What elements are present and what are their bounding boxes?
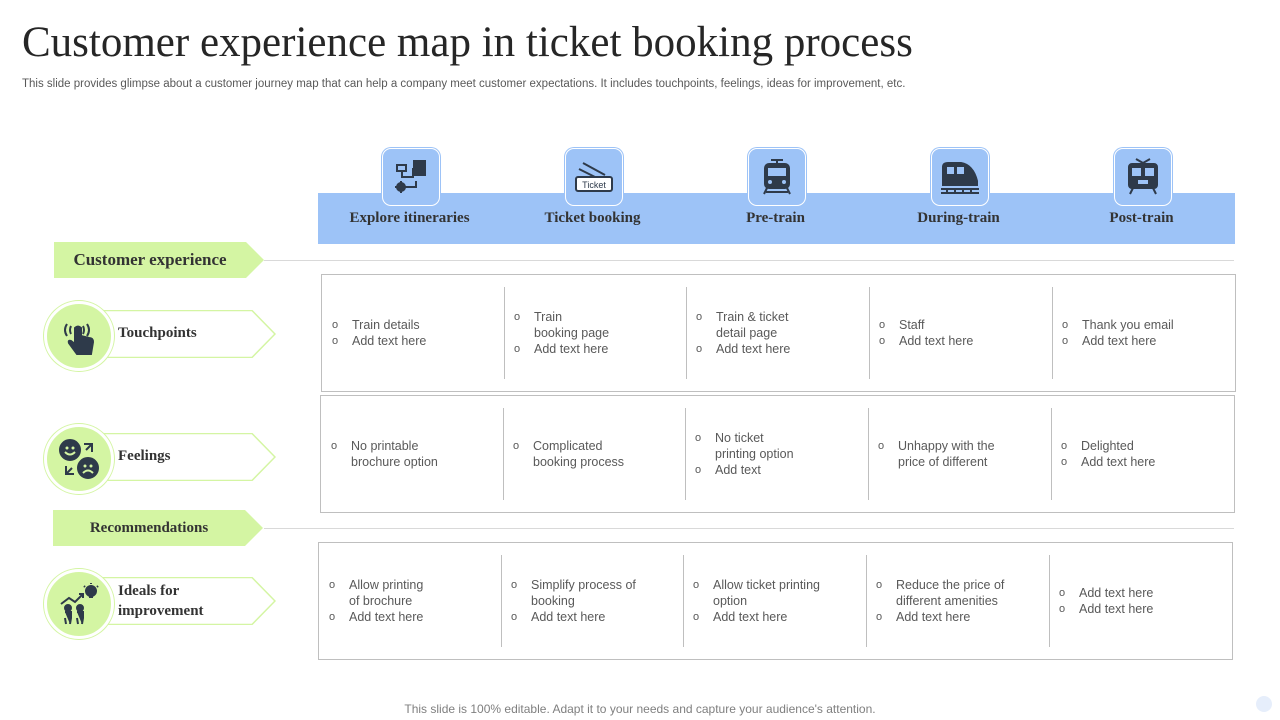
stage-label: Post-train <box>1109 210 1174 226</box>
grid-cell: Allow printingof brochureAdd text here <box>319 543 501 659</box>
list-item: Add text here <box>322 333 504 349</box>
row-label-feelings: Feelings <box>118 448 171 464</box>
list-item: Trainbooking page <box>504 309 686 341</box>
grid-cell: No printablebrochure option <box>321 396 503 512</box>
stage-label: During-train <box>917 210 1000 226</box>
list-item: Add text here <box>1051 454 1233 470</box>
list-item: Add text here <box>1049 601 1231 617</box>
grid-cell: Complicatedbooking process <box>503 396 685 512</box>
list-item: Delighted <box>1051 438 1233 454</box>
stage-label: Ticket booking <box>544 210 641 226</box>
train-front-icon <box>748 148 806 206</box>
touchpoints-grid: Train detailsAdd text here Trainbooking … <box>321 274 1236 392</box>
stage-pre-train: Pre-train <box>684 148 867 244</box>
hand-touch-icon <box>44 301 114 371</box>
grid-cell: Train & ticketdetail pageAdd text here <box>686 275 869 391</box>
stage-label: Explore itineraries <box>349 210 470 226</box>
feelings-grid: No printablebrochure option Complicatedb… <box>320 395 1235 513</box>
section-tag-recommendations: Recommendations <box>53 510 263 546</box>
list-item: Add text here <box>1049 585 1231 601</box>
list-item: Add text here <box>869 333 1052 349</box>
page-title: Customer experience map in ticket bookin… <box>22 19 913 66</box>
footer-note: This slide is 100% editable. Adapt it to… <box>404 702 876 716</box>
page-subtitle: This slide provides glimpse about a cust… <box>22 78 906 90</box>
stage-during-train: During-train <box>867 148 1050 244</box>
separator-line <box>264 260 1234 261</box>
grid-cell: Thank you emailAdd text here <box>1052 275 1234 391</box>
arriving-train-icon <box>1114 148 1172 206</box>
list-item: No ticketprinting option <box>685 430 868 462</box>
moving-train-icon <box>931 148 989 206</box>
list-item: Simplify process ofbooking <box>501 577 683 609</box>
stage-post-train: Post-train <box>1050 148 1233 244</box>
emotions-icon <box>44 424 114 494</box>
list-item: No printablebrochure option <box>321 438 503 470</box>
stage-explore-itineraries: Explore itineraries <box>318 148 501 244</box>
list-item: Staff <box>869 317 1052 333</box>
list-item: Add text here <box>1052 333 1234 349</box>
list-item: Allow ticket printingoption <box>683 577 866 609</box>
corner-decoration <box>1256 696 1272 712</box>
list-item: Thank you email <box>1052 317 1234 333</box>
section-tag-customer-experience: Customer experience <box>54 242 264 278</box>
grid-cell: Allow ticket printingoptionAdd text here <box>683 543 866 659</box>
list-item: Reduce the price ofdifferent amenities <box>866 577 1049 609</box>
grid-cell: Simplify process ofbookingAdd text here <box>501 543 683 659</box>
stage-label: Pre-train <box>746 210 805 226</box>
list-item: Add text here <box>319 609 501 625</box>
itinerary-map-icon <box>382 148 440 206</box>
grid-cell: Trainbooking pageAdd text here <box>504 275 686 391</box>
list-item: Allow printingof brochure <box>319 577 501 609</box>
list-item: Add text here <box>504 341 686 357</box>
list-item: Add text here <box>501 609 683 625</box>
list-item: Add text <box>685 462 868 478</box>
grid-cell: DelightedAdd text here <box>1051 396 1233 512</box>
separator-line <box>264 528 1234 529</box>
list-item: Train details <box>322 317 504 333</box>
growth-people-icon <box>44 569 114 639</box>
list-item: Add text here <box>686 341 869 357</box>
grid-cell: No ticketprinting optionAdd text <box>685 396 868 512</box>
list-item: Unhappy with theprice of different <box>868 438 1051 470</box>
list-item: Train & ticketdetail page <box>686 309 869 341</box>
ticket-icon: Ticket <box>565 148 623 206</box>
stage-ticket-booking: Ticket Ticket booking <box>501 148 684 244</box>
grid-cell: Train detailsAdd text here <box>322 275 504 391</box>
list-item: Add text here <box>683 609 866 625</box>
grid-cell: Unhappy with theprice of different <box>868 396 1051 512</box>
row-label-touchpoints: Touchpoints <box>118 325 197 341</box>
row-label-ideals-for-improvement: Ideals for improvement <box>118 583 204 619</box>
grid-cell: Reduce the price ofdifferent amenitiesAd… <box>866 543 1049 659</box>
list-item: Add text here <box>866 609 1049 625</box>
svg-text:Ticket: Ticket <box>582 180 606 190</box>
grid-cell: Add text hereAdd text here <box>1049 543 1231 659</box>
improvement-grid: Allow printingof brochureAdd text here S… <box>318 542 1233 660</box>
list-item: Complicatedbooking process <box>503 438 685 470</box>
grid-cell: StaffAdd text here <box>869 275 1052 391</box>
